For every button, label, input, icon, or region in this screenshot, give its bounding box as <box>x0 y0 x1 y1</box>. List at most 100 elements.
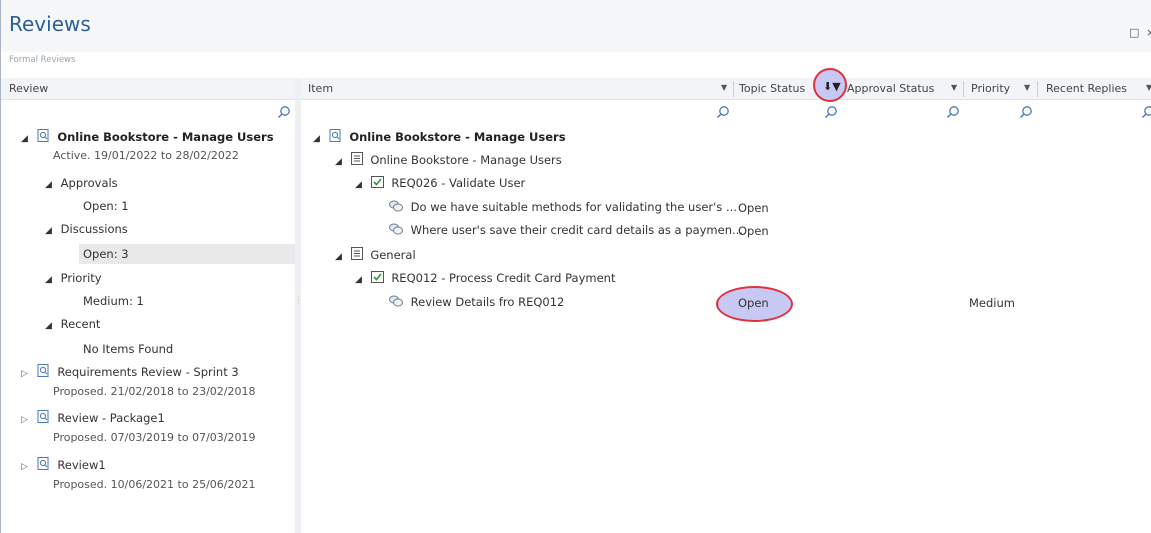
review-node-online-bookstore[interactable]: ◢ Online Bookstore - Manage Users <box>21 128 274 146</box>
collapsed-arrow-icon[interactable]: ▷ <box>21 458 33 476</box>
review-node-package1[interactable]: ▷ Review - Package1 <box>21 409 165 427</box>
topic-status-cell: Open <box>738 224 769 238</box>
approvals-open-item[interactable]: Open: 1 <box>83 197 129 215</box>
item-label: General <box>370 248 416 262</box>
expanded-arrow-icon[interactable]: ◢ <box>335 248 347 266</box>
review-node-review1[interactable]: ▷ Review1 <box>21 456 106 474</box>
discussions-open-label: Open: 3 <box>83 247 129 261</box>
discussions-node[interactable]: ◢ Discussions <box>45 220 128 238</box>
review-icon <box>37 363 50 382</box>
item-node-review[interactable]: ◢ Online Bookstore - Manage Users <box>313 128 566 146</box>
dropdown-arrow-icon[interactable]: ▼ <box>1024 83 1030 92</box>
item-node-req012[interactable]: ◢ REQ012 - Process Credit Card Payment <box>355 269 615 287</box>
review-tree-pane: Review ◢ Online Bookstore - Manage Users… <box>1 78 295 533</box>
review-node-sprint3[interactable]: ▷ Requirements Review - Sprint 3 <box>21 363 239 381</box>
expanded-arrow-icon[interactable]: ◢ <box>355 271 367 289</box>
search-icon[interactable] <box>1019 105 1033 119</box>
priority-label: Priority <box>60 271 102 285</box>
column-divider[interactable] <box>963 81 964 97</box>
package-icon <box>350 246 363 265</box>
discussions-label: Discussions <box>60 222 128 236</box>
review-icon <box>37 128 50 147</box>
close-icon[interactable]: × <box>1146 26 1151 39</box>
item-node-req026[interactable]: ◢ REQ026 - Validate User <box>355 174 525 192</box>
search-icon[interactable] <box>946 105 960 119</box>
priority-medium-item[interactable]: Medium: 1 <box>83 292 144 310</box>
search-icon[interactable] <box>277 105 291 119</box>
item-discussion-row[interactable]: Review Details fro REQ012 <box>389 293 564 311</box>
recent-empty-item: No Items Found <box>83 340 173 358</box>
topic-status-cell: Open <box>738 296 769 310</box>
discussion-icon <box>389 222 403 240</box>
expanded-arrow-icon[interactable]: ◢ <box>355 176 367 194</box>
maximize-icon[interactable]: □ <box>1129 26 1139 39</box>
column-topic-status[interactable]: Topic Status <box>739 82 805 95</box>
discussions-open-item[interactable]: Open: 3 <box>83 245 129 263</box>
discussion-icon <box>389 294 403 312</box>
review-dates: Proposed. 21/02/2018 to 23/02/2018 <box>53 385 256 398</box>
dropdown-arrow-icon[interactable]: ▼ <box>721 83 727 92</box>
reviews-window: Reviews □ × Formal Reviews Review ◢ Onli… <box>0 0 1151 533</box>
package-icon <box>350 151 363 170</box>
title-bar: Reviews □ × <box>1 0 1151 52</box>
dropdown-arrow-icon[interactable]: ▼ <box>951 83 957 92</box>
review-node-label: Review1 <box>57 458 106 472</box>
recent-label: Recent <box>60 317 101 331</box>
expanded-arrow-icon[interactable]: ◢ <box>45 317 57 335</box>
expanded-arrow-icon[interactable]: ◢ <box>313 130 325 148</box>
approvals-open-label: Open: 1 <box>83 199 129 213</box>
review-node-label: Online Bookstore - Manage Users <box>57 130 274 144</box>
filter-icon[interactable]: ⬇▼ <box>823 80 841 93</box>
column-divider[interactable] <box>733 81 734 97</box>
window-title: Reviews <box>9 12 91 36</box>
item-label: REQ026 - Validate User <box>391 176 526 190</box>
window-subtitle: Formal Reviews <box>9 55 76 65</box>
priority-medium-label: Medium: 1 <box>83 294 144 308</box>
review-icon <box>37 456 50 475</box>
item-node-general[interactable]: ◢ General <box>335 246 416 264</box>
item-label: Online Bookstore - Manage Users <box>349 130 566 144</box>
column-divider[interactable] <box>1037 81 1038 97</box>
expanded-arrow-icon[interactable]: ◢ <box>21 130 33 148</box>
item-label: Review Details fro REQ012 <box>410 295 565 309</box>
column-item[interactable]: Item <box>308 82 333 95</box>
item-node-package[interactable]: ◢ Online Bookstore - Manage Users <box>335 151 562 169</box>
review-node-label: Review - Package1 <box>57 411 165 425</box>
review-icon <box>37 409 50 428</box>
approvals-node[interactable]: ◢ Approvals <box>45 174 118 192</box>
discussion-icon <box>389 199 403 217</box>
recent-node[interactable]: ◢ Recent <box>45 315 100 333</box>
search-icon[interactable] <box>1141 105 1151 119</box>
expanded-arrow-icon[interactable]: ◢ <box>335 153 347 171</box>
dropdown-arrow-icon[interactable]: ▼ <box>1146 83 1151 92</box>
search-icon[interactable] <box>716 105 730 119</box>
column-priority[interactable]: Priority <box>971 82 1010 95</box>
item-label: Do we have suitable methods for validati… <box>410 200 737 214</box>
expanded-arrow-icon[interactable]: ◢ <box>45 222 57 240</box>
requirement-icon <box>370 175 384 193</box>
review-dates: Active. 19/01/2022 to 28/02/2022 <box>53 149 239 162</box>
priority-cell: Medium <box>969 296 1015 310</box>
item-discussion-row[interactable]: Do we have suitable methods for validati… <box>389 198 737 216</box>
review-column-header[interactable]: Review <box>1 78 295 100</box>
approvals-label: Approvals <box>60 176 118 190</box>
review-dates: Proposed. 07/03/2019 to 07/03/2019 <box>53 431 256 444</box>
item-discussion-row[interactable]: Where user's save their credit card deta… <box>389 221 743 239</box>
collapsed-arrow-icon[interactable]: ▷ <box>21 365 33 383</box>
expanded-arrow-icon[interactable]: ◢ <box>45 271 57 289</box>
review-column-label: Review <box>9 82 49 95</box>
review-icon <box>329 128 342 147</box>
expanded-arrow-icon[interactable]: ◢ <box>45 176 57 194</box>
topic-status-cell: Open <box>738 201 769 215</box>
item-label: Where user's save their credit card deta… <box>410 223 743 237</box>
column-recent-replies[interactable]: Recent Replies <box>1046 82 1127 95</box>
recent-empty-label: No Items Found <box>83 342 174 356</box>
item-label: REQ012 - Process Credit Card Payment <box>391 271 616 285</box>
collapsed-arrow-icon[interactable]: ▷ <box>21 411 33 429</box>
review-dates: Proposed. 10/06/2021 to 25/06/2021 <box>53 478 256 491</box>
items-column-header: Item ▼ Topic Status ⬇▼ Approval Status ▼… <box>301 68 1151 102</box>
priority-node[interactable]: ◢ Priority <box>45 269 102 287</box>
search-icon[interactable] <box>824 105 838 119</box>
requirement-icon <box>370 270 384 288</box>
column-approval-status[interactable]: Approval Status <box>847 82 934 95</box>
